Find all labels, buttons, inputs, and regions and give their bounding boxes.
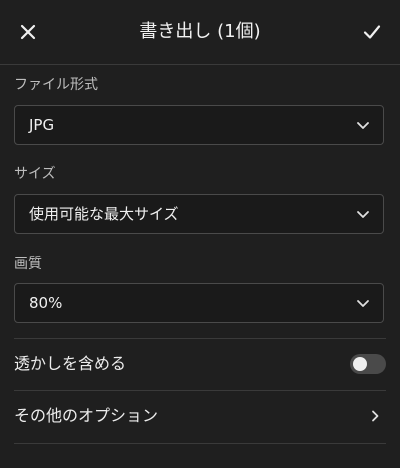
- close-icon: [20, 24, 36, 40]
- header-divider: [0, 64, 400, 65]
- chevron-down-icon: [357, 300, 369, 307]
- file-format-select[interactable]: JPG: [14, 105, 384, 145]
- quality-label: 画質: [14, 256, 42, 272]
- size-label: サイズ: [14, 166, 56, 182]
- size-select[interactable]: 使用可能な最大サイズ: [14, 194, 384, 234]
- chevron-down-icon: [357, 211, 369, 218]
- watermark-label: 透かしを含める: [14, 354, 127, 373]
- size-value: 使用可能な最大サイズ: [29, 205, 179, 223]
- chevron-right-icon: [372, 410, 379, 422]
- toggle-knob: [353, 357, 367, 371]
- page-title: 書き出し (1個): [139, 21, 261, 42]
- file-format-value: JPG: [29, 116, 55, 134]
- quality-value: 80%: [29, 294, 63, 312]
- file-format-label: ファイル形式: [14, 77, 98, 93]
- export-panel: 書き出し (1個) ファイル形式 JPG サイズ 使用可能な最大サイズ 画質 8…: [0, 0, 400, 468]
- confirm-button[interactable]: [358, 18, 386, 46]
- quality-select[interactable]: 80%: [14, 283, 384, 323]
- watermark-row[interactable]: 透かしを含める: [14, 338, 386, 390]
- header: 書き出し (1個): [0, 0, 400, 64]
- chevron-down-icon: [357, 122, 369, 129]
- other-options-label: その他のオプション: [14, 406, 159, 425]
- other-options-row[interactable]: その他のオプション: [14, 390, 386, 442]
- checkmark-icon: [363, 25, 381, 39]
- close-button[interactable]: [14, 18, 42, 46]
- watermark-toggle[interactable]: [350, 354, 386, 374]
- bottom-divider: [14, 443, 386, 444]
